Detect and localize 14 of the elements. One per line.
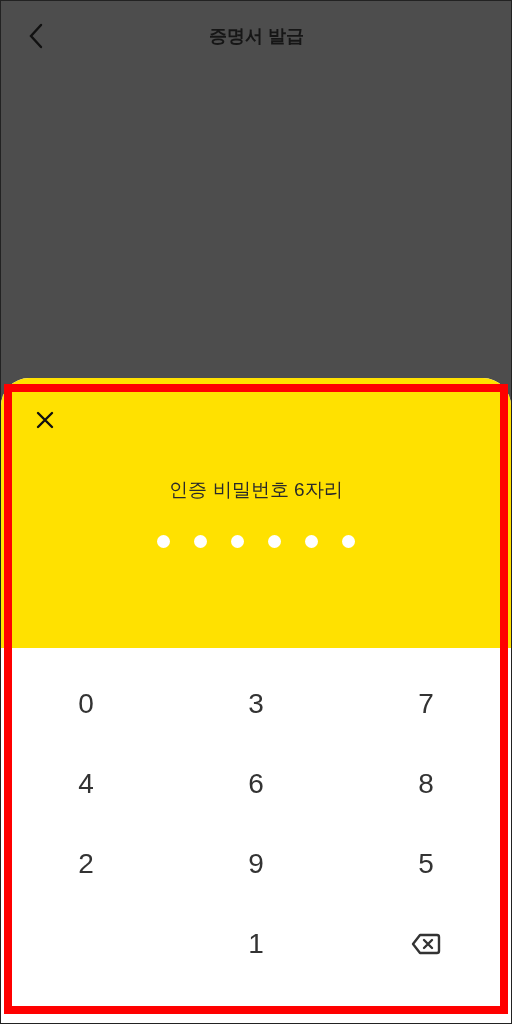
keypad-key[interactable]: 2 [1,824,171,904]
keypad-key[interactable]: 0 [1,664,171,744]
keypad-key[interactable]: 8 [341,744,511,824]
pin-prompt: 인증 비밀번호 6자리 [169,478,343,502]
backspace-icon [411,933,441,955]
back-icon [29,23,43,49]
keypad-key[interactable]: 4 [1,744,171,824]
keypad-key[interactable]: 9 [171,824,341,904]
keypad-key[interactable]: 7 [341,664,511,744]
keypad-key[interactable]: 3 [171,664,341,744]
keypad-key[interactable]: 1 [171,904,341,984]
close-icon [36,411,54,429]
keypad-key[interactable]: 6 [171,744,341,824]
keypad-key[interactable]: 5 [341,824,511,904]
